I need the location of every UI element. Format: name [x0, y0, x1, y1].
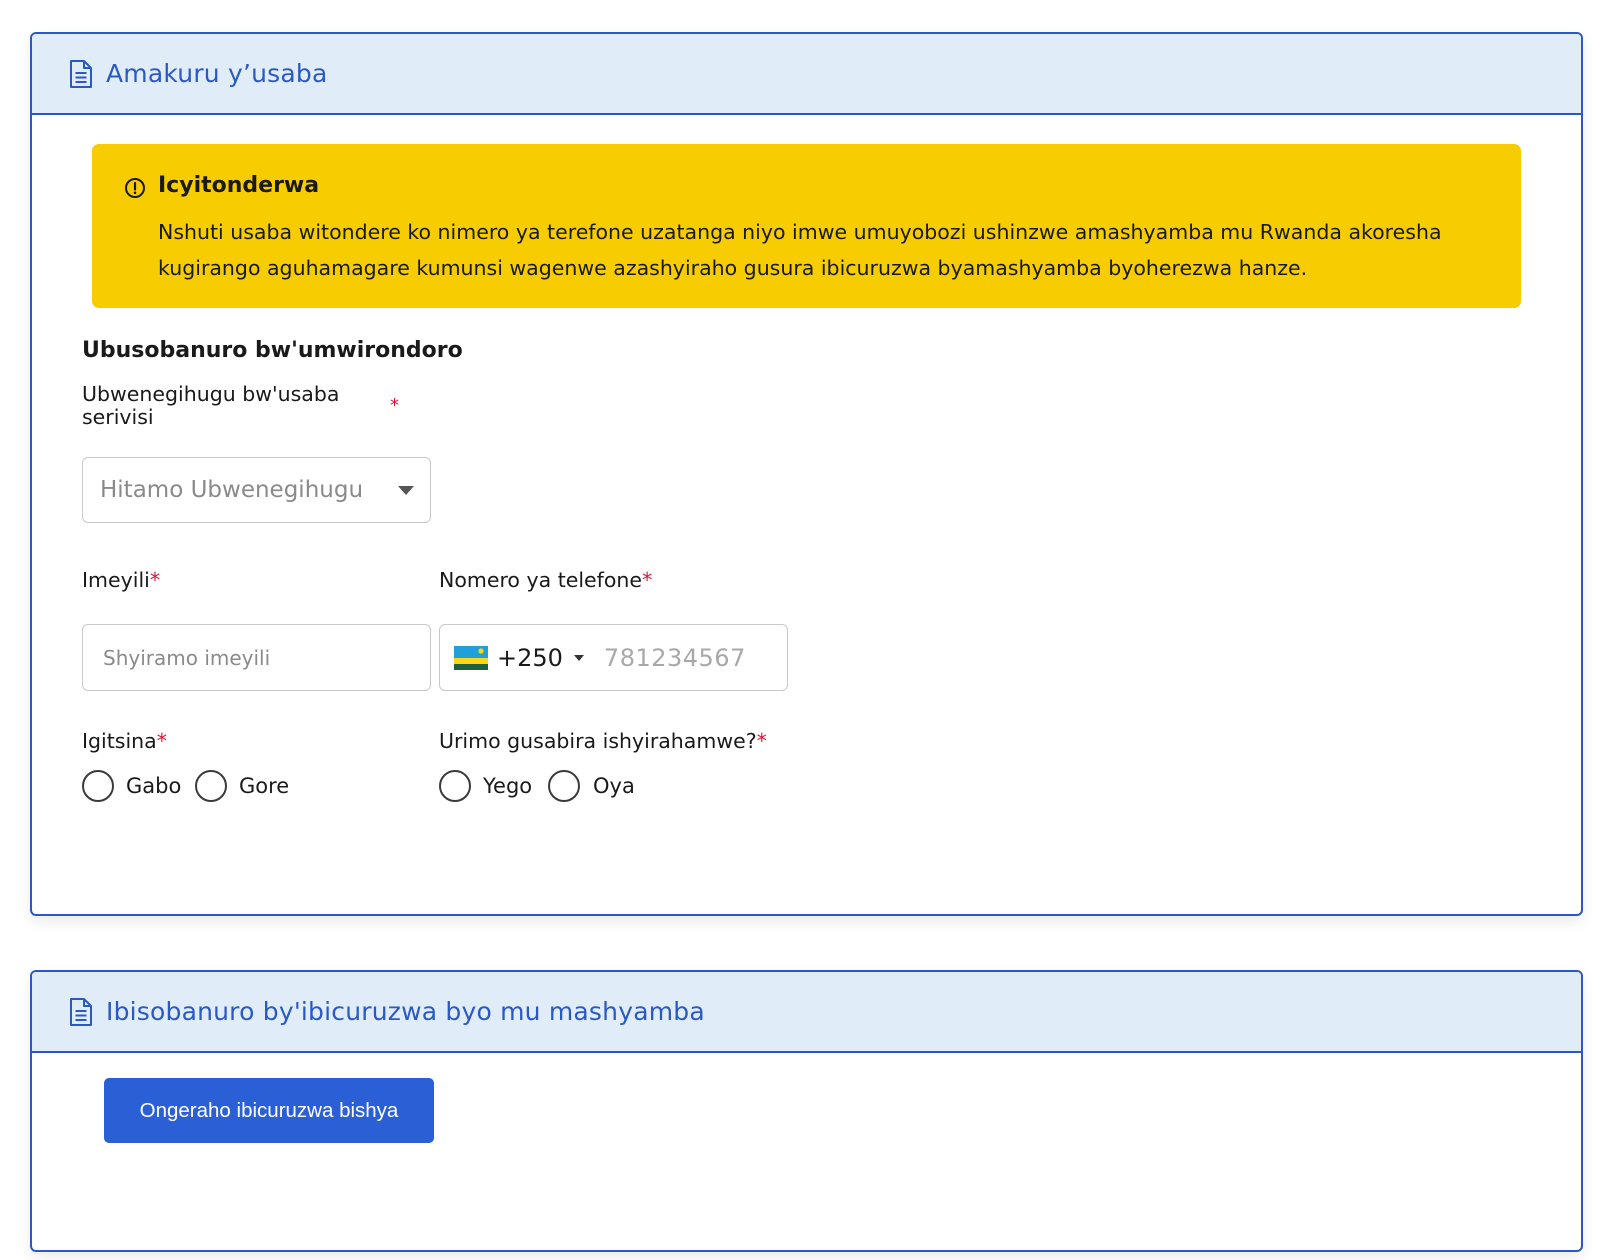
products-title: Ibisobanuro by'ibicuruzwa byo mu mashyam… [106, 997, 705, 1026]
group-option-oya[interactable]: Oya [593, 774, 635, 798]
email-placeholder: Shyiramo imeyili [103, 645, 271, 670]
caret-down-icon [398, 486, 414, 495]
products-card: Ibisobanuro by'ibicuruzwa byo mu mashyam… [30, 970, 1583, 1252]
email-required-mark: * [149, 568, 161, 592]
group-radio-yego[interactable] [439, 770, 471, 802]
nationality-select[interactable]: Hitamo Ubwenegihugu [82, 457, 431, 523]
notice-title: Icyitonderwa [158, 173, 320, 198]
group-request-label: Urimo gusabira ishyirahamwe?* [439, 729, 767, 753]
notice-text: Nshuti usaba witondere ko nimero ya tere… [158, 220, 1442, 280]
notice-alert: Icyitonderwa Nshuti usaba witondere ko n… [92, 144, 1521, 308]
gender-option-gore[interactable]: Gore [239, 774, 289, 798]
phone-placeholder: 781234567 [603, 643, 746, 672]
phone-required-mark: * [642, 568, 653, 592]
group-option-yego[interactable]: Yego [483, 774, 532, 798]
email-label: Imeyili* [82, 568, 161, 592]
products-header: Ibisobanuro by'ibicuruzwa byo mu mashyam… [32, 972, 1581, 1053]
rwanda-flag-icon[interactable] [454, 645, 488, 670]
document-icon [68, 59, 94, 89]
gender-option-gabo[interactable]: Gabo [126, 774, 181, 798]
applicant-info-card: Amakuru y’usaba Icyitonderwa Nshuti usab… [30, 32, 1583, 916]
nationality-placeholder: Hitamo Ubwenegihugu [100, 477, 364, 503]
applicant-info-title: Amakuru y’usaba [106, 59, 328, 88]
country-code[interactable]: +250 [497, 644, 563, 672]
profile-section-title: Ubusobanuro bw'umwirondoro [82, 338, 463, 363]
phone-field[interactable]: +250 781234567 [439, 624, 788, 691]
nationality-label: Ubwenegihugu bw'usaba serivisi [82, 382, 340, 429]
info-circle-icon [124, 177, 146, 199]
email-field[interactable]: Shyiramo imeyili [82, 624, 431, 691]
applicant-info-header: Amakuru y’usaba [32, 34, 1581, 115]
group-radio-oya[interactable] [548, 770, 580, 802]
gender-required-mark: * [156, 729, 167, 753]
nationality-required-mark: * [390, 395, 399, 416]
gender-radio-gabo[interactable] [82, 770, 114, 802]
gender-label: Igitsina* [82, 729, 167, 753]
gender-radio-gore[interactable] [195, 770, 227, 802]
phone-label: Nomero ya telefone* [439, 568, 653, 592]
caret-down-icon[interactable] [573, 654, 584, 661]
group-request-required-mark: * [756, 729, 767, 753]
document-icon [68, 997, 94, 1027]
add-product-button[interactable]: Ongeraho ibicuruzwa bishya [104, 1078, 434, 1143]
